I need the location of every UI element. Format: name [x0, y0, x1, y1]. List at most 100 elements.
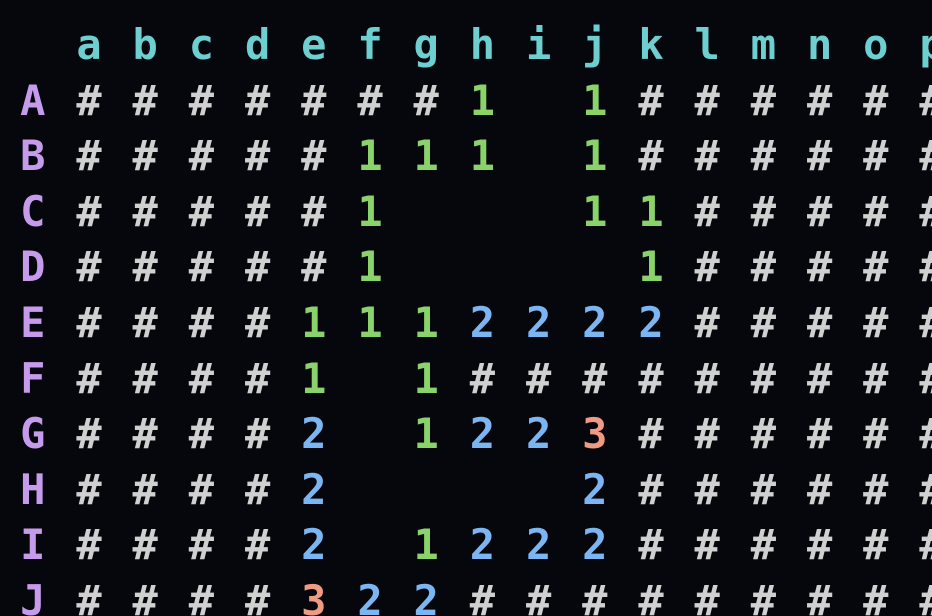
hidden-cell-Dc[interactable]: #	[173, 239, 229, 295]
hidden-cell-Ho[interactable]: #	[848, 462, 904, 518]
hidden-cell-Dl[interactable]: #	[679, 239, 735, 295]
hidden-cell-Jb[interactable]: #	[117, 573, 173, 616]
hidden-cell-Go[interactable]: #	[848, 406, 904, 462]
hidden-cell-Dd[interactable]: #	[230, 239, 286, 295]
hidden-cell-Em[interactable]: #	[735, 295, 791, 351]
hidden-cell-Im[interactable]: #	[735, 517, 791, 573]
hidden-cell-Db[interactable]: #	[117, 239, 173, 295]
hidden-cell-Jh[interactable]: #	[454, 573, 510, 616]
hidden-cell-Jk[interactable]: #	[623, 573, 679, 616]
hidden-cell-Io[interactable]: #	[848, 517, 904, 573]
hidden-cell-Il[interactable]: #	[679, 517, 735, 573]
hidden-cell-Fl[interactable]: #	[679, 351, 735, 407]
hidden-cell-Hc[interactable]: #	[173, 462, 229, 518]
hidden-cell-Bp[interactable]: #	[904, 128, 932, 184]
hidden-cell-Cl[interactable]: #	[679, 184, 735, 240]
hidden-cell-Ia[interactable]: #	[61, 517, 117, 573]
hidden-cell-Fi[interactable]: #	[511, 351, 567, 407]
hidden-cell-An[interactable]: #	[792, 73, 848, 129]
hidden-cell-Fa[interactable]: #	[61, 351, 117, 407]
hidden-cell-Da[interactable]: #	[61, 239, 117, 295]
hidden-cell-Aa[interactable]: #	[61, 73, 117, 129]
hidden-cell-Ae[interactable]: #	[286, 73, 342, 129]
hidden-cell-Gp[interactable]: #	[904, 406, 932, 462]
hidden-cell-Ak[interactable]: #	[623, 73, 679, 129]
hidden-cell-Fj[interactable]: #	[567, 351, 623, 407]
hidden-cell-Gl[interactable]: #	[679, 406, 735, 462]
hidden-cell-Eb[interactable]: #	[117, 295, 173, 351]
hidden-cell-Ad[interactable]: #	[230, 73, 286, 129]
hidden-cell-Jj[interactable]: #	[567, 573, 623, 616]
hidden-cell-Hd[interactable]: #	[230, 462, 286, 518]
hidden-cell-Ib[interactable]: #	[117, 517, 173, 573]
hidden-cell-Bc[interactable]: #	[173, 128, 229, 184]
hidden-cell-Bo[interactable]: #	[848, 128, 904, 184]
hidden-cell-Ao[interactable]: #	[848, 73, 904, 129]
hidden-cell-Hk[interactable]: #	[623, 462, 679, 518]
hidden-cell-Jl[interactable]: #	[679, 573, 735, 616]
hidden-cell-Hm[interactable]: #	[735, 462, 791, 518]
hidden-cell-Jp[interactable]: #	[904, 573, 932, 616]
hidden-cell-Hn[interactable]: #	[792, 462, 848, 518]
hidden-cell-Ep[interactable]: #	[904, 295, 932, 351]
hidden-cell-Fh[interactable]: #	[454, 351, 510, 407]
hidden-cell-Hl[interactable]: #	[679, 462, 735, 518]
hidden-cell-Ag[interactable]: #	[398, 73, 454, 129]
hidden-cell-Ba[interactable]: #	[61, 128, 117, 184]
hidden-cell-Hp[interactable]: #	[904, 462, 932, 518]
hidden-cell-Gd[interactable]: #	[230, 406, 286, 462]
hidden-cell-Ja[interactable]: #	[61, 573, 117, 616]
hidden-cell-Ic[interactable]: #	[173, 517, 229, 573]
hidden-cell-Ca[interactable]: #	[61, 184, 117, 240]
hidden-cell-Gc[interactable]: #	[173, 406, 229, 462]
hidden-cell-Bl[interactable]: #	[679, 128, 735, 184]
hidden-cell-Cp[interactable]: #	[904, 184, 932, 240]
hidden-cell-Fp[interactable]: #	[904, 351, 932, 407]
hidden-cell-Fc[interactable]: #	[173, 351, 229, 407]
hidden-cell-Eo[interactable]: #	[848, 295, 904, 351]
hidden-cell-Fn[interactable]: #	[792, 351, 848, 407]
hidden-cell-Be[interactable]: #	[286, 128, 342, 184]
hidden-cell-El[interactable]: #	[679, 295, 735, 351]
hidden-cell-Dm[interactable]: #	[735, 239, 791, 295]
hidden-cell-Ap[interactable]: #	[904, 73, 932, 129]
hidden-cell-Bd[interactable]: #	[230, 128, 286, 184]
hidden-cell-En[interactable]: #	[792, 295, 848, 351]
hidden-cell-Ji[interactable]: #	[511, 573, 567, 616]
hidden-cell-De[interactable]: #	[286, 239, 342, 295]
hidden-cell-Gn[interactable]: #	[792, 406, 848, 462]
hidden-cell-Ab[interactable]: #	[117, 73, 173, 129]
hidden-cell-Bb[interactable]: #	[117, 128, 173, 184]
hidden-cell-Jm[interactable]: #	[735, 573, 791, 616]
hidden-cell-Gb[interactable]: #	[117, 406, 173, 462]
hidden-cell-Ga[interactable]: #	[61, 406, 117, 462]
hidden-cell-Gm[interactable]: #	[735, 406, 791, 462]
hidden-cell-Gk[interactable]: #	[623, 406, 679, 462]
hidden-cell-Do[interactable]: #	[848, 239, 904, 295]
hidden-cell-Ec[interactable]: #	[173, 295, 229, 351]
hidden-cell-Cm[interactable]: #	[735, 184, 791, 240]
hidden-cell-Co[interactable]: #	[848, 184, 904, 240]
hidden-cell-Jd[interactable]: #	[230, 573, 286, 616]
hidden-cell-Ea[interactable]: #	[61, 295, 117, 351]
hidden-cell-Fb[interactable]: #	[117, 351, 173, 407]
hidden-cell-Fd[interactable]: #	[230, 351, 286, 407]
hidden-cell-Jn[interactable]: #	[792, 573, 848, 616]
hidden-cell-Cb[interactable]: #	[117, 184, 173, 240]
hidden-cell-In[interactable]: #	[792, 517, 848, 573]
hidden-cell-Ip[interactable]: #	[904, 517, 932, 573]
hidden-cell-Bm[interactable]: #	[735, 128, 791, 184]
hidden-cell-Am[interactable]: #	[735, 73, 791, 129]
hidden-cell-Ha[interactable]: #	[61, 462, 117, 518]
hidden-cell-Al[interactable]: #	[679, 73, 735, 129]
hidden-cell-Ac[interactable]: #	[173, 73, 229, 129]
hidden-cell-Ce[interactable]: #	[286, 184, 342, 240]
hidden-cell-Jo[interactable]: #	[848, 573, 904, 616]
hidden-cell-Hb[interactable]: #	[117, 462, 173, 518]
hidden-cell-Jc[interactable]: #	[173, 573, 229, 616]
hidden-cell-Fm[interactable]: #	[735, 351, 791, 407]
hidden-cell-Cd[interactable]: #	[230, 184, 286, 240]
hidden-cell-Bk[interactable]: #	[623, 128, 679, 184]
hidden-cell-Cc[interactable]: #	[173, 184, 229, 240]
hidden-cell-Id[interactable]: #	[230, 517, 286, 573]
